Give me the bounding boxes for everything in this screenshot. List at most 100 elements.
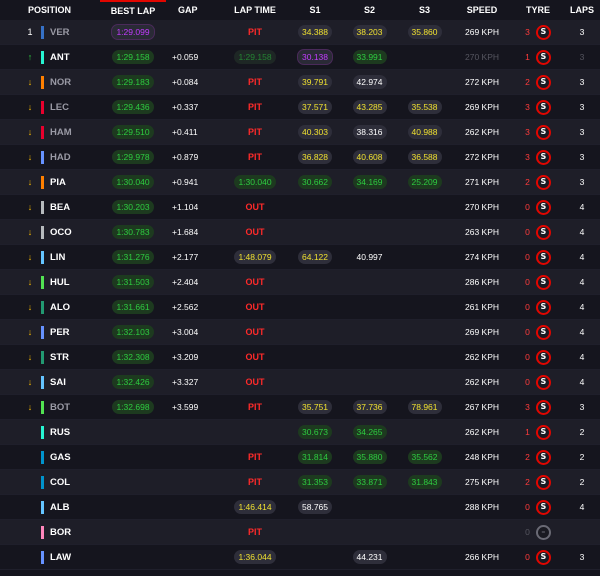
- header-position[interactable]: POSITION: [0, 0, 100, 20]
- sector-3-cell: 31.843: [397, 470, 452, 494]
- driver-code[interactable]: NOR: [50, 77, 71, 88]
- lap-status: PIT: [247, 402, 262, 412]
- best-lap-value: 1:29.099: [111, 24, 155, 40]
- driver-code[interactable]: ALO: [50, 302, 70, 313]
- table-row[interactable]: ↓ ALO 1:31.661 +2.562 OUT 261 KPH 0 S 4: [0, 295, 600, 320]
- gap-value: +0.337: [172, 102, 199, 112]
- sector-1-cell: [288, 195, 342, 219]
- tyre-age: 0: [525, 302, 530, 312]
- driver-code[interactable]: RUS: [50, 427, 70, 438]
- table-row[interactable]: BOR PIT 0–: [0, 520, 600, 545]
- soft-tyre-icon: S: [535, 24, 551, 40]
- header-laps[interactable]: LAPS: [564, 0, 600, 20]
- sector-3-cell: [397, 270, 452, 294]
- header-best-lap[interactable]: BEST LAP: [100, 0, 166, 20]
- header-tyre[interactable]: TYRE: [512, 0, 564, 20]
- gap-cell: [166, 445, 222, 469]
- driver-code[interactable]: VER: [50, 27, 70, 38]
- table-row[interactable]: ↓ BOT 1:32.698 +3.599 PIT 35.751 37.736 78.961 2…: [0, 395, 600, 420]
- sector-1-value: 40.303: [298, 125, 332, 139]
- sector-2-value: 44.231: [352, 550, 387, 564]
- table-row[interactable]: ALB 1:46.414 58.765 288 KPH 0 S 4: [0, 495, 600, 520]
- table-row[interactable]: ↓ SAI 1:32.426 +3.327 OUT 262 KPH 0 S 4: [0, 370, 600, 395]
- sector-2-value: 37.736: [352, 400, 387, 414]
- arrow-up-icon: ↑: [27, 52, 33, 62]
- driver-code[interactable]: HAM: [50, 127, 72, 138]
- gap-cell: +2.562: [166, 295, 222, 319]
- driver-code[interactable]: GAS: [50, 452, 71, 463]
- soft-tyre-icon: S: [535, 274, 551, 290]
- header-s2[interactable]: S2: [342, 0, 397, 20]
- speed-cell: 248 KPH: [452, 445, 512, 469]
- position-cell: LAW: [0, 545, 100, 569]
- gap-cell: [166, 545, 222, 569]
- laps-cell: [564, 520, 600, 544]
- driver-code[interactable]: OCO: [50, 227, 72, 238]
- best-lap-cell: [100, 495, 166, 519]
- driver-code[interactable]: PIA: [50, 177, 66, 188]
- lap-time-cell: OUT: [222, 370, 288, 394]
- table-row[interactable]: ↓ HAM 1:29.510 +0.411 PIT 40.303 38.316 40.988 2…: [0, 120, 600, 145]
- arrow-down-icon: ↓: [27, 277, 33, 287]
- driver-code[interactable]: COL: [50, 477, 70, 488]
- driver-code[interactable]: HUL: [50, 277, 70, 288]
- table-row[interactable]: ↓ HAD 1:29.978 +0.879 PIT 36.828 40.608 36.588 2…: [0, 145, 600, 170]
- driver-code[interactable]: BOT: [50, 402, 70, 413]
- sector-3-value: 78.961: [407, 400, 442, 414]
- header-speed[interactable]: SPEED: [452, 0, 512, 20]
- tyre-info: 1S: [525, 49, 551, 65]
- laps-value: 3: [579, 77, 585, 87]
- header-lap-time[interactable]: LAP TIME: [222, 0, 288, 20]
- driver-code[interactable]: ANT: [50, 52, 70, 63]
- sector-2-value: 38.316: [352, 125, 387, 139]
- table-row[interactable]: COL PIT 31.353 33.871 31.843 275 KPH 2 S 2: [0, 470, 600, 495]
- table-row[interactable]: ↓ LEC 1:29.436 +0.337 PIT 37.571 43.285 35.538 2…: [0, 95, 600, 120]
- team-color-bar: [41, 200, 44, 214]
- table-row[interactable]: RUS 30.673 34.265 262 KPH 1 S 2: [0, 420, 600, 445]
- table-row[interactable]: ↓ STR 1:32.308 +3.209 OUT 262 KPH 0 S 4: [0, 345, 600, 370]
- soft-tyre-icon: –: [535, 524, 551, 540]
- driver-code[interactable]: LAW: [50, 552, 71, 563]
- sector-2-cell: [342, 270, 397, 294]
- speed-value: 270 KPH: [464, 202, 500, 212]
- header-gap[interactable]: GAP: [166, 0, 222, 20]
- header-s1[interactable]: S1: [288, 0, 342, 20]
- driver-code[interactable]: BOR: [50, 527, 71, 538]
- header-s3[interactable]: S3: [397, 0, 452, 20]
- table-row[interactable]: GAS PIT 31.814 35.880 35.562 248 KPH 2 S 2: [0, 445, 600, 470]
- driver-code[interactable]: BEA: [50, 202, 70, 213]
- speed-cell: 261 KPH: [452, 295, 512, 319]
- driver-code[interactable]: SAI: [50, 377, 66, 388]
- sector-2-value: 33.871: [352, 475, 387, 489]
- table-row[interactable]: ↓ PER 1:32.103 +3.004 OUT 269 KPH 0 S 4: [0, 320, 600, 345]
- table-row[interactable]: LAW 1:36.044 44.231 266 KPH 0 S 3: [0, 545, 600, 570]
- driver-code[interactable]: ALB: [50, 502, 70, 513]
- table-row[interactable]: 1 VER 1:29.099 PIT 34.388 38.203 35.860 269 KPH…: [0, 20, 600, 45]
- best-lap-value: 1:32.698: [112, 400, 154, 414]
- position-cell: ↓ SAI: [0, 370, 100, 394]
- table-row[interactable]: ↓ HUL 1:31.503 +2.404 OUT 286 KPH 0 S 4: [0, 270, 600, 295]
- gap-value: +2.177: [172, 252, 199, 262]
- table-row[interactable]: ↑ ANT 1:29.158 +0.059 1:29.158 30.138 33.991 27…: [0, 45, 600, 70]
- driver-code[interactable]: LEC: [50, 102, 69, 113]
- driver-code[interactable]: HAD: [50, 152, 71, 163]
- laps-value: 4: [579, 352, 585, 362]
- sector-3-value: 35.562: [407, 450, 442, 464]
- driver-code[interactable]: PER: [50, 327, 70, 338]
- driver-code[interactable]: STR: [50, 352, 69, 363]
- table-row[interactable]: ↓ NOR 1:29.183 +0.084 PIT 39.791 42.974 272 KPH…: [0, 70, 600, 95]
- driver-code[interactable]: LIN: [50, 252, 65, 263]
- table-row[interactable]: ↓ LIN 1:31.276 +2.177 1:48.079 64.122 40.997 27…: [0, 245, 600, 270]
- gap-cell: +0.084: [166, 70, 222, 94]
- table-row[interactable]: ↓ OCO 1:30.783 +1.684 OUT 263 KPH 0 S 4: [0, 220, 600, 245]
- best-lap-cell: 1:29.978: [100, 145, 166, 169]
- sector-1-cell: 31.353: [288, 470, 342, 494]
- table-row[interactable]: ↓ PIA 1:30.040 +0.941 1:30.040 30.662 34.169 25…: [0, 170, 600, 195]
- team-color-bar: [41, 475, 44, 489]
- lap-status: PIT: [247, 452, 262, 462]
- table-row[interactable]: ↓ BEA 1:30.203 +1.104 OUT 270 KPH 0 S 4: [0, 195, 600, 220]
- laps-value: 3: [579, 52, 585, 62]
- gap-value: +3.209: [172, 352, 199, 362]
- lap-status: PIT: [247, 77, 262, 87]
- sector-2-cell: 35.880: [342, 445, 397, 469]
